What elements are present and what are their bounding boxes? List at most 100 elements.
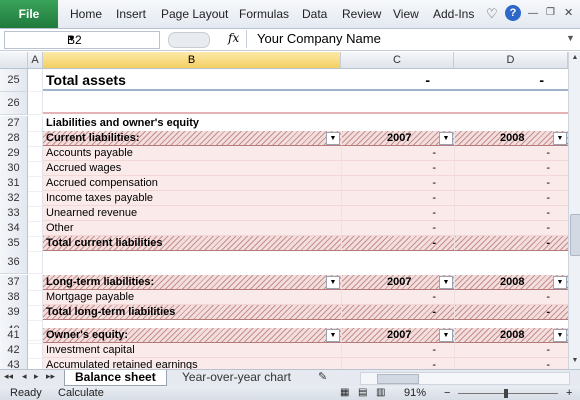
cell-2007[interactable]: - [341, 161, 454, 176]
cell-blank[interactable] [341, 92, 454, 114]
row-number[interactable]: 38 [0, 290, 28, 306]
cell-2007[interactable]: - [341, 305, 454, 320]
window-minimize-icon[interactable]: — [528, 8, 538, 19]
cell[interactable] [28, 116, 43, 132]
cell-label[interactable]: Total current liabilities [43, 236, 341, 251]
cell-label[interactable]: Total long-term liabilities [43, 305, 341, 320]
tab-insert[interactable]: Insert [116, 7, 146, 21]
column-header-d[interactable]: D [454, 52, 568, 69]
row-number[interactable]: 29 [0, 146, 28, 162]
insert-function-icon[interactable]: fx [228, 31, 239, 45]
first-sheet-icon[interactable]: ◂◂ [4, 371, 13, 382]
filter-dropdown-icon[interactable]: ▼ [439, 329, 453, 342]
scroll-up-icon[interactable]: ▲ [570, 54, 580, 64]
cell-label[interactable]: Unearned revenue [43, 206, 341, 221]
cell[interactable] [28, 206, 43, 222]
cell-2007[interactable]: - [341, 236, 454, 251]
formula-input[interactable]: Your Company Name [246, 30, 577, 48]
filter-dropdown-icon[interactable]: ▼ [439, 132, 453, 145]
cell[interactable] [28, 275, 43, 291]
cell-label[interactable]: Other [43, 221, 341, 236]
chevron-down-icon[interactable]: ▼ [67, 33, 155, 43]
cell-2008[interactable]: - [454, 69, 568, 91]
next-sheet-icon[interactable]: ▸ [34, 371, 39, 382]
cell-2007[interactable]: - [341, 206, 454, 221]
row-number[interactable]: 25 [0, 69, 28, 92]
zoom-level[interactable]: 91% [404, 387, 426, 399]
cell[interactable] [28, 191, 43, 207]
normal-view-icon[interactable]: ▦ [340, 387, 349, 398]
cell-2008[interactable]: - [454, 358, 568, 369]
cell-blank[interactable] [454, 92, 568, 114]
help-icon[interactable]: ? [505, 5, 521, 21]
table-header-label[interactable]: Long-term liabilities: ▼ [43, 275, 341, 290]
page-layout-view-icon[interactable]: ▤ [358, 387, 367, 398]
filter-dropdown-icon[interactable]: ▼ [553, 132, 567, 145]
cell[interactable] [28, 328, 43, 344]
cell[interactable] [28, 69, 43, 92]
vertical-scroll-thumb[interactable] [570, 214, 580, 256]
column-header-b[interactable]: B [43, 52, 341, 69]
cell[interactable] [28, 131, 43, 147]
tab-review[interactable]: Review [342, 7, 381, 21]
cell-label[interactable]: Accrued compensation [43, 176, 341, 191]
page-break-view-icon[interactable]: ▥ [376, 387, 385, 398]
cell-2007[interactable]: - [341, 146, 454, 161]
cell-label[interactable]: Accrued wages [43, 161, 341, 176]
sheet-tab-balance-sheet[interactable]: Balance sheet [64, 370, 167, 386]
filter-dropdown-icon[interactable]: ▼ [326, 329, 340, 342]
horizontal-scroll-thumb[interactable] [377, 374, 419, 384]
cell-2008[interactable]: - [454, 206, 568, 221]
window-restore-icon[interactable]: ❐ [546, 7, 555, 18]
row-number[interactable]: 27 [0, 116, 28, 132]
insert-sheet-icon[interactable]: ✎ [318, 370, 327, 383]
tab-view[interactable]: View [393, 7, 419, 21]
cell[interactable] [28, 92, 43, 115]
expand-formula-bar-icon[interactable]: ▼ [566, 33, 575, 43]
cell-2007[interactable]: - [341, 358, 454, 369]
cell-2007[interactable]: - [341, 290, 454, 305]
cell-2008[interactable]: - [454, 343, 568, 358]
section-heading[interactable]: Liabilities and owner's equity [43, 116, 341, 131]
table-header-2007[interactable]: 2007 ▼ [341, 275, 454, 290]
table-header-2008[interactable]: 2008 ▼ [454, 328, 568, 343]
cell-2008[interactable]: - [454, 290, 568, 305]
row-number[interactable]: 32 [0, 191, 28, 207]
cell[interactable] [28, 236, 43, 252]
cell[interactable] [28, 343, 43, 359]
zoom-out-icon[interactable]: − [444, 387, 450, 399]
cell[interactable] [28, 161, 43, 177]
filter-dropdown-icon[interactable]: ▼ [326, 276, 340, 289]
tab-page-layout[interactable]: Page Layout [161, 7, 228, 21]
cell-label[interactable]: Accounts payable [43, 146, 341, 161]
tab-data[interactable]: Data [302, 7, 327, 21]
cell[interactable] [28, 358, 43, 369]
cell-2007[interactable]: - [341, 221, 454, 236]
table-header-label[interactable]: Current liabilities: ▼ [43, 131, 341, 146]
row-number[interactable]: 31 [0, 176, 28, 192]
horizontal-scrollbar[interactable] [360, 372, 570, 385]
tab-formulas[interactable]: Formulas [239, 7, 289, 21]
cell[interactable] [28, 146, 43, 162]
column-header-a[interactable]: A [28, 52, 43, 69]
table-header-2007[interactable]: 2007 ▼ [341, 328, 454, 343]
file-tab[interactable]: File [0, 0, 58, 28]
row-number[interactable]: 26 [0, 92, 28, 115]
cell-label[interactable]: Total assets [43, 69, 341, 91]
row-number[interactable]: 39 [0, 305, 28, 321]
cell-2008[interactable]: - [454, 161, 568, 176]
cell[interactable] [28, 221, 43, 237]
row-number[interactable]: 36 [0, 251, 28, 274]
cell-label[interactable]: Investment capital [43, 343, 341, 358]
cell-label[interactable]: Accumulated retained earnings [43, 358, 341, 369]
table-header-2008[interactable]: 2008 ▼ [454, 275, 568, 290]
last-sheet-icon[interactable]: ▸▸ [46, 371, 55, 382]
cell-2008[interactable]: - [454, 191, 568, 206]
formula-bar-splitter[interactable] [168, 32, 210, 48]
cell-2007[interactable]: - [341, 191, 454, 206]
cell-blank[interactable] [43, 92, 341, 114]
cell-2007[interactable]: - [341, 176, 454, 191]
table-header-label[interactable]: Owner's equity: ▼ [43, 328, 341, 343]
scroll-down-icon[interactable]: ▼ [570, 357, 580, 367]
cell-label[interactable]: Mortgage payable [43, 290, 341, 305]
